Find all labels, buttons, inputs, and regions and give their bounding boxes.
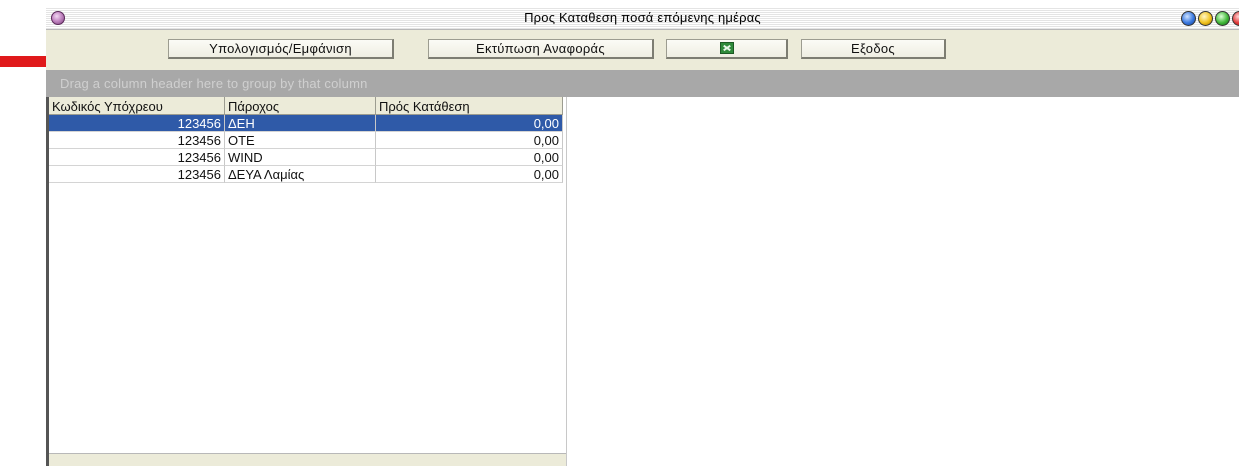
minimize-icon[interactable]: [1198, 11, 1213, 26]
blue-control-icon[interactable]: [1181, 11, 1196, 26]
cell-amount[interactable]: 0,00: [376, 115, 563, 132]
cell-provider[interactable]: ΔΕΥΑ Λαμίας: [225, 166, 376, 183]
calculate-display-button[interactable]: Υπολογισμός/Εμφάνιση: [168, 39, 394, 59]
table-row[interactable]: 123456 ΔΕΗ 0,00: [49, 115, 563, 132]
cell-code[interactable]: 123456: [49, 115, 225, 132]
excel-icon: [719, 42, 734, 54]
group-by-hint: Drag a column header here to group by th…: [60, 76, 368, 91]
cell-provider[interactable]: ΔΕΗ: [225, 115, 376, 132]
window-title: Προς Καταθεση ποσά επόμενης ημέρας: [524, 10, 761, 25]
column-header-provider[interactable]: Πάροχος: [225, 97, 376, 115]
column-header-code[interactable]: Κωδικός Υπόχρεου: [49, 97, 225, 115]
title-bar: Προς Καταθεση ποσά επόμενης ημέρας: [46, 7, 1239, 30]
cell-code[interactable]: 123456: [49, 166, 225, 183]
grid-header: Κωδικός Υπόχρεου Πάροχος Πρός Κατάθεση: [49, 97, 563, 115]
table-row[interactable]: 123456 WIND 0,00: [49, 149, 563, 166]
data-grid: Κωδικός Υπόχρεου Πάροχος Πρός Κατάθεση 1…: [46, 97, 567, 466]
cell-code[interactable]: 123456: [49, 149, 225, 166]
cell-amount[interactable]: 0,00: [376, 166, 563, 183]
table-row[interactable]: 123456 ΟΤΕ 0,00: [49, 132, 563, 149]
cell-provider[interactable]: ΟΤΕ: [225, 132, 376, 149]
grid-footer: [49, 453, 566, 466]
cell-code[interactable]: 123456: [49, 132, 225, 149]
cell-amount[interactable]: 0,00: [376, 149, 563, 166]
app-window: Προς Καταθεση ποσά επόμενης ημέρας Υπολο…: [46, 7, 1239, 466]
cell-provider[interactable]: WIND: [225, 149, 376, 166]
grid-rows: 123456 ΔΕΗ 0,00 123456 ΟΤΕ 0,00 123456 W…: [49, 115, 563, 183]
close-icon[interactable]: [1232, 11, 1239, 26]
group-by-panel[interactable]: Drag a column header here to group by th…: [46, 70, 1239, 97]
table-row[interactable]: 123456 ΔΕΥΑ Λαμίας 0,00: [49, 166, 563, 183]
window-controls: [1181, 11, 1239, 26]
export-excel-button[interactable]: [666, 39, 788, 59]
toolbar: Υπολογισμός/Εμφάνιση Εκτύπωση Αναφοράς Ε…: [46, 30, 1239, 70]
exit-button[interactable]: Εξοδος: [801, 39, 946, 59]
cell-amount[interactable]: 0,00: [376, 132, 563, 149]
column-header-amount[interactable]: Πρός Κατάθεση: [376, 97, 563, 115]
maximize-icon[interactable]: [1215, 11, 1230, 26]
print-report-button[interactable]: Εκτύπωση Αναφοράς: [428, 39, 654, 59]
